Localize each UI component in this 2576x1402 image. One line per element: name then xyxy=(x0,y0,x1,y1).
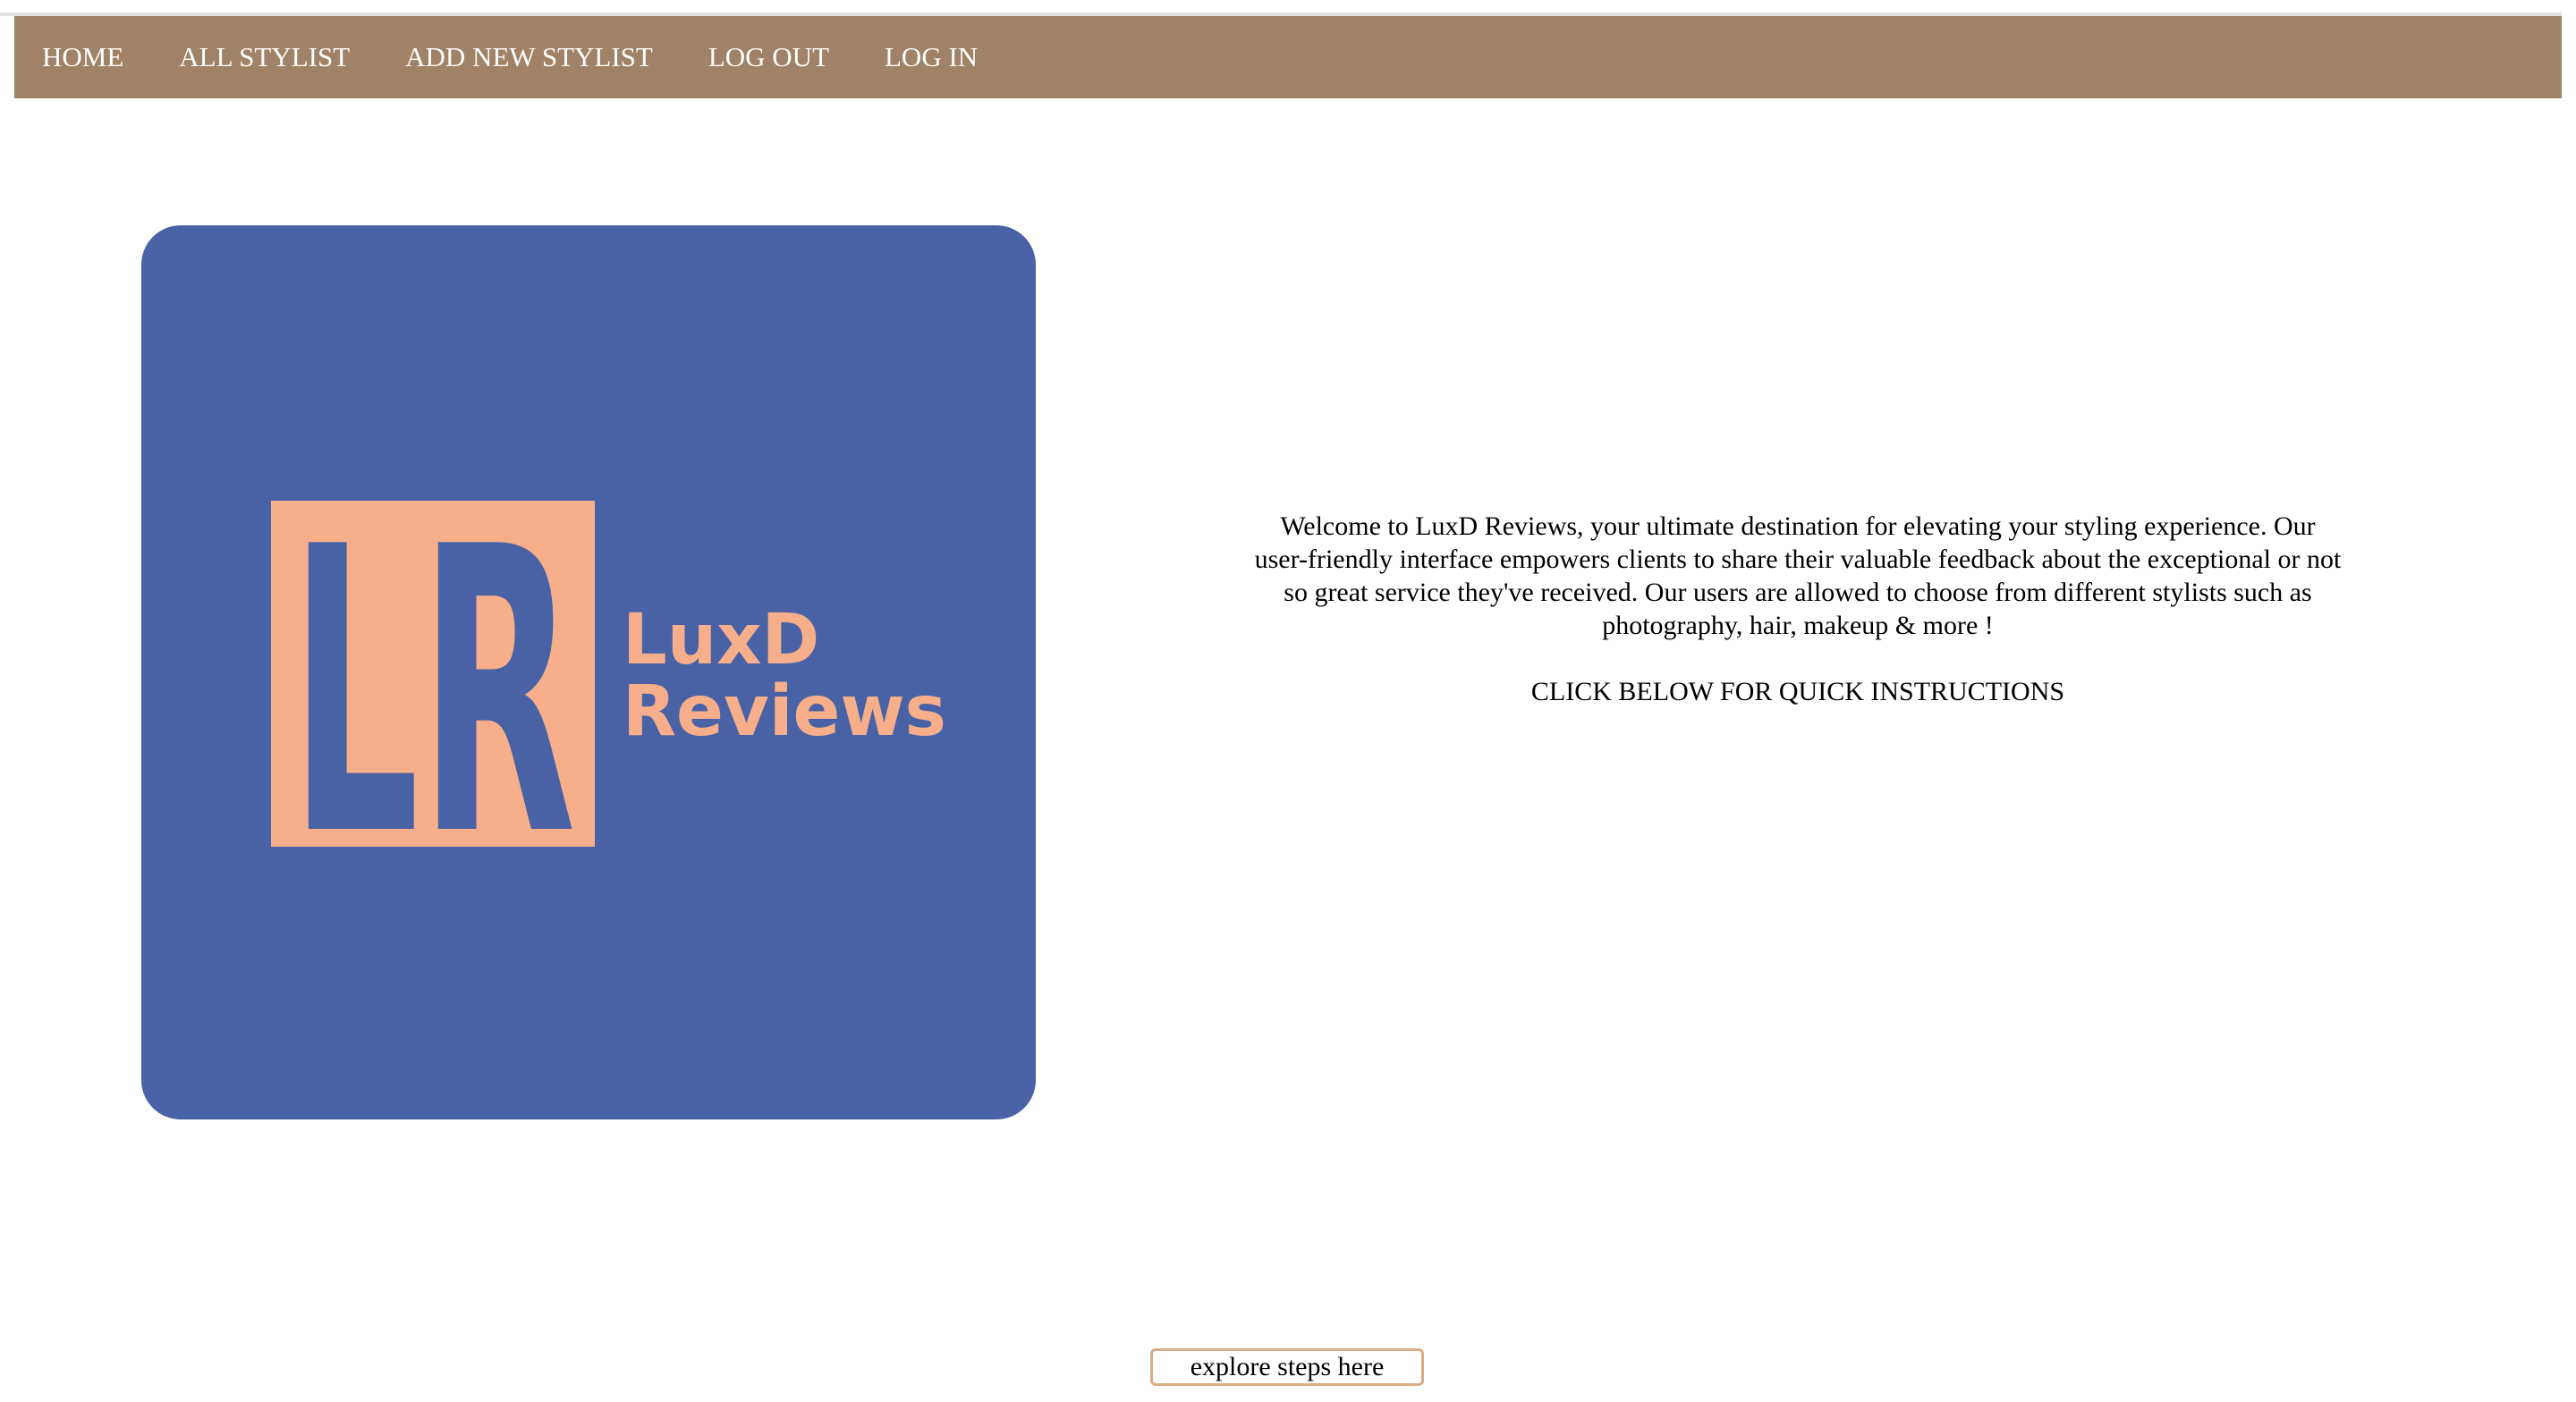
page: HOME ALL STYLIST ADD NEW STYLIST LOG OUT… xyxy=(0,0,2576,1402)
welcome-section: Welcome to LuxD Reviews, your ultimate d… xyxy=(1252,510,2343,708)
explore-steps-button[interactable]: explore steps here xyxy=(1150,1348,1424,1386)
nav-all-stylist-link[interactable]: ALL STYLIST xyxy=(151,16,377,98)
top-navbar: HOME ALL STYLIST ADD NEW STYLIST LOG OUT… xyxy=(14,16,2562,98)
logo-graphic: LR LuxD Reviews xyxy=(271,464,946,922)
luxd-reviews-logo: LR LuxD Reviews xyxy=(141,225,1036,1119)
nav-add-new-stylist-link[interactable]: ADD NEW STYLIST xyxy=(377,16,681,98)
logo-monogram-text: LR xyxy=(290,464,576,922)
logo-wordmark-line1: LuxD xyxy=(623,600,819,680)
nav-home-link[interactable]: HOME xyxy=(14,16,151,98)
nav-log-in-link[interactable]: LOG IN xyxy=(857,16,1005,98)
quick-instructions-heading: CLICK BELOW FOR QUICK INSTRUCTIONS xyxy=(1530,677,2065,706)
logo-wordmark-line2: Reviews xyxy=(623,671,946,752)
nav-log-out-link[interactable]: LOG OUT xyxy=(681,16,857,98)
welcome-text: Welcome to LuxD Reviews, your ultimate d… xyxy=(1254,511,2342,640)
